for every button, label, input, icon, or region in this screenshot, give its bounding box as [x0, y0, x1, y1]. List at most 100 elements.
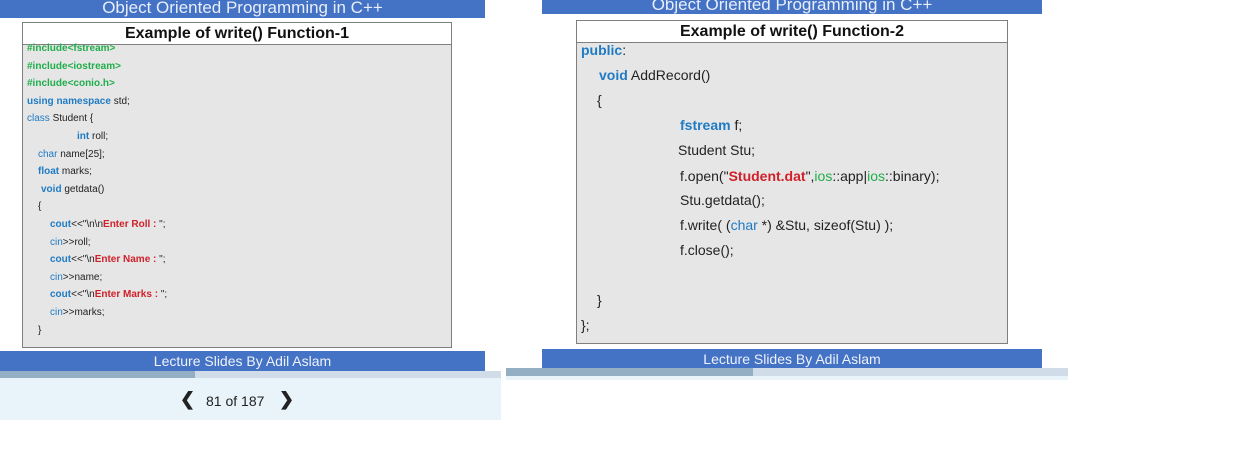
code-token: {: [38, 201, 42, 213]
code-line: };: [581, 317, 590, 333]
code-line: cin>>name;: [50, 272, 102, 283]
code-token: class: [27, 113, 50, 125]
code-token: Student {: [49, 113, 94, 125]
code-token: ";: [159, 219, 166, 230]
code-token: f.write( (: [680, 217, 731, 233]
page-indicator: 81 of 187: [206, 393, 265, 409]
code-token: ";: [159, 254, 166, 266]
code-token: public: [581, 42, 623, 58]
code-token: ::app|: [832, 168, 868, 184]
code-line: class Student {: [27, 113, 93, 124]
code-line: #include<iostream>: [27, 61, 121, 72]
code-token: float: [38, 166, 60, 178]
code-token: int: [77, 131, 90, 142]
code-token: cout: [50, 254, 72, 266]
code-token: cout: [50, 289, 72, 301]
code-line: f.close();: [680, 242, 734, 258]
viewer-strip: [506, 376, 1068, 380]
code-token: marks;: [59, 166, 92, 178]
code-line: {: [597, 92, 602, 108]
code-token: AddRecord(): [627, 67, 711, 83]
code-token: cin: [50, 307, 63, 318]
code-token: Enter Name :: [94, 254, 160, 266]
code-token: char: [38, 148, 58, 160]
code-token: Stu.getdata();: [680, 192, 765, 208]
slide-2-title: Example of write() Function-2: [577, 21, 1007, 43]
code-token: >>name;: [62, 271, 103, 283]
code-token: >>marks;: [62, 307, 105, 318]
code-token: void: [41, 183, 62, 195]
slide-1-title: Example of write() Function-1: [23, 23, 451, 45]
code-token: >>roll;: [62, 236, 91, 248]
progress-fill-right: [506, 368, 754, 376]
code-line: using namespace std;: [27, 96, 130, 107]
code-token: #include<iostream>: [27, 60, 121, 72]
code-token: {: [597, 92, 602, 108]
code-line: fstream f;: [680, 117, 742, 133]
chevron-left-icon[interactable]: ❮: [180, 389, 195, 410]
code-token: f.open(": [680, 168, 729, 184]
slide-1-code-box: Example of write() Function-1 #include<f…: [22, 22, 452, 348]
slide-2-code-box: Example of write() Function-2 public: voi…: [576, 20, 1008, 344]
code-token: using namespace: [27, 95, 111, 107]
code-line: public:: [581, 42, 626, 58]
code-token: std;: [110, 95, 130, 107]
code-line: }: [597, 292, 602, 308]
code-line: void getdata(): [41, 184, 104, 195]
code-line: cin>>marks;: [50, 307, 104, 318]
code-token: ios: [867, 168, 886, 184]
slide-2-footer: Lecture Slides By Adil Aslam: [542, 349, 1042, 368]
code-token: f;: [730, 117, 743, 133]
code-token: <<"\n\n: [71, 219, 104, 230]
code-line: cout<<"\nEnter Marks : ";: [50, 289, 167, 300]
code-token: Student Stu;: [678, 142, 756, 158]
code-line: f.write( (char *) &Stu, sizeof(Stu) );: [680, 217, 893, 233]
code-token: name[25];: [57, 148, 105, 160]
code-token: roll;: [89, 131, 109, 142]
code-token: void: [599, 67, 628, 83]
code-line: #include<conio.h>: [27, 78, 115, 89]
code-token: };: [581, 317, 590, 333]
slide-1-header: Object Oriented Programming in C++: [0, 0, 485, 18]
code-token: Enter Roll :: [103, 219, 160, 230]
code-token: #include<fstream>: [27, 43, 116, 54]
code-token: <<"\n: [71, 254, 95, 266]
progress-bar-right[interactable]: [506, 368, 1068, 376]
slide-2-header: Object Oriented Programming in C++: [542, 0, 1042, 14]
page-navigation: ❮ 81 of 187 ❯: [0, 378, 501, 420]
code-line: Stu.getdata();: [680, 192, 765, 208]
code-token: }: [38, 324, 42, 336]
code-token: }: [597, 292, 602, 308]
code-token: *) &Stu, sizeof(Stu) );: [757, 217, 894, 233]
progress-fill-left: [0, 371, 196, 378]
code-token: cin: [50, 236, 63, 248]
code-token: Enter Marks :: [94, 289, 161, 301]
code-token: Student.dat: [728, 168, 806, 184]
code-token: char: [730, 217, 758, 233]
code-token: ios: [814, 168, 833, 184]
chevron-right-icon[interactable]: ❯: [279, 389, 294, 410]
code-line: float marks;: [38, 166, 92, 177]
code-line: f.open("Student.dat",ios::app|ios::binar…: [680, 168, 939, 184]
slide-1-footer: Lecture Slides By Adil Aslam: [0, 351, 485, 371]
code-token: cout: [50, 219, 72, 230]
code-token: cin: [50, 271, 63, 283]
progress-bar-left[interactable]: [0, 371, 501, 378]
code-line: char name[25];: [38, 149, 105, 160]
code-line: #include<fstream>: [27, 43, 115, 54]
code-token: fstream: [680, 117, 731, 133]
code-token: #include<conio.h>: [27, 78, 115, 90]
code-line: int roll;: [77, 131, 108, 142]
code-token: f.close();: [680, 242, 734, 258]
code-token: <<"\n: [71, 289, 95, 301]
code-line: cout<<"\nEnter Name : ";: [50, 254, 165, 265]
code-token: :: [622, 42, 627, 58]
code-line: cin>>roll;: [50, 237, 91, 248]
code-line: Student Stu;: [678, 142, 755, 158]
code-line: {: [38, 201, 41, 212]
code-line: void AddRecord(): [599, 67, 710, 83]
code-line: cout<<"\n\nEnter Roll : ";: [50, 219, 165, 230]
code-token: ::binary);: [885, 168, 940, 184]
code-token: getdata(): [61, 183, 105, 195]
code-token: ";: [160, 289, 168, 301]
